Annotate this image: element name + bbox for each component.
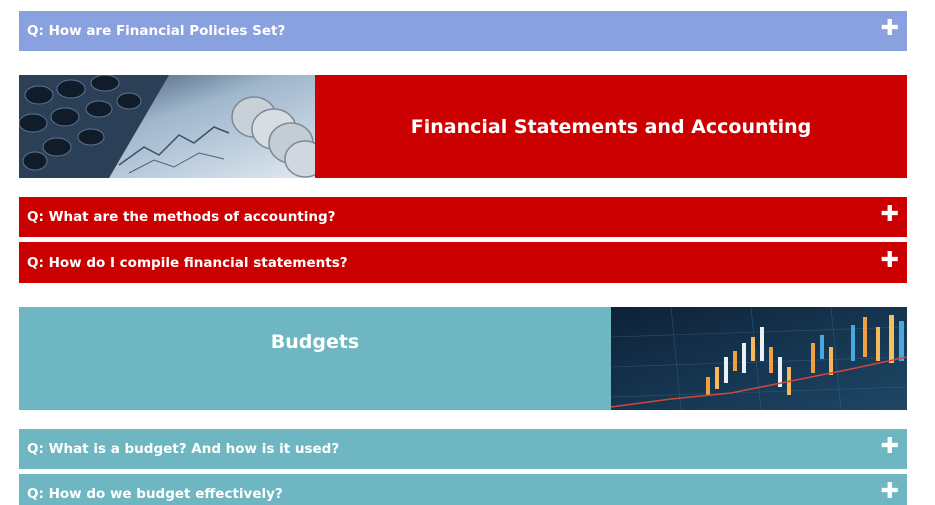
section-banner-budgets: Budgets [19, 307, 907, 410]
accordion-budget-effectively[interactable]: Q: How do we budget effectively? ✚ [19, 474, 907, 505]
accordion-question: Q: What are the methods of accounting? [27, 209, 336, 225]
accordion-financial-policies[interactable]: Q: How are Financial Policies Set? ✚ [19, 11, 907, 51]
accordion-question: Q: How are Financial Policies Set? [27, 23, 286, 39]
plus-icon[interactable]: ✚ [881, 481, 899, 503]
accordion-question: Q: How do we budget effectively? [27, 486, 283, 502]
stock-chart-image [611, 307, 907, 410]
accordion-methods-of-accounting[interactable]: Q: What are the methods of accounting? ✚ [19, 197, 907, 237]
banner-title: Budgets [19, 307, 611, 410]
plus-icon[interactable]: ✚ [881, 18, 899, 40]
banner-title: Financial Statements and Accounting [315, 75, 907, 178]
accordion-compile-statements[interactable]: Q: How do I compile financial statements… [19, 242, 907, 283]
section-banner-financial-statements: Financial Statements and Accounting [19, 75, 907, 178]
accordion-question: Q: What is a budget? And how is it used? [27, 441, 340, 457]
plus-icon[interactable]: ✚ [881, 204, 899, 226]
plus-icon[interactable]: ✚ [881, 436, 899, 458]
plus-icon[interactable]: ✚ [881, 249, 899, 272]
accordion-what-is-budget[interactable]: Q: What is a budget? And how is it used?… [19, 429, 907, 469]
accordion-question: Q: How do I compile financial statements… [27, 254, 348, 271]
calculator-coins-image [19, 75, 315, 178]
